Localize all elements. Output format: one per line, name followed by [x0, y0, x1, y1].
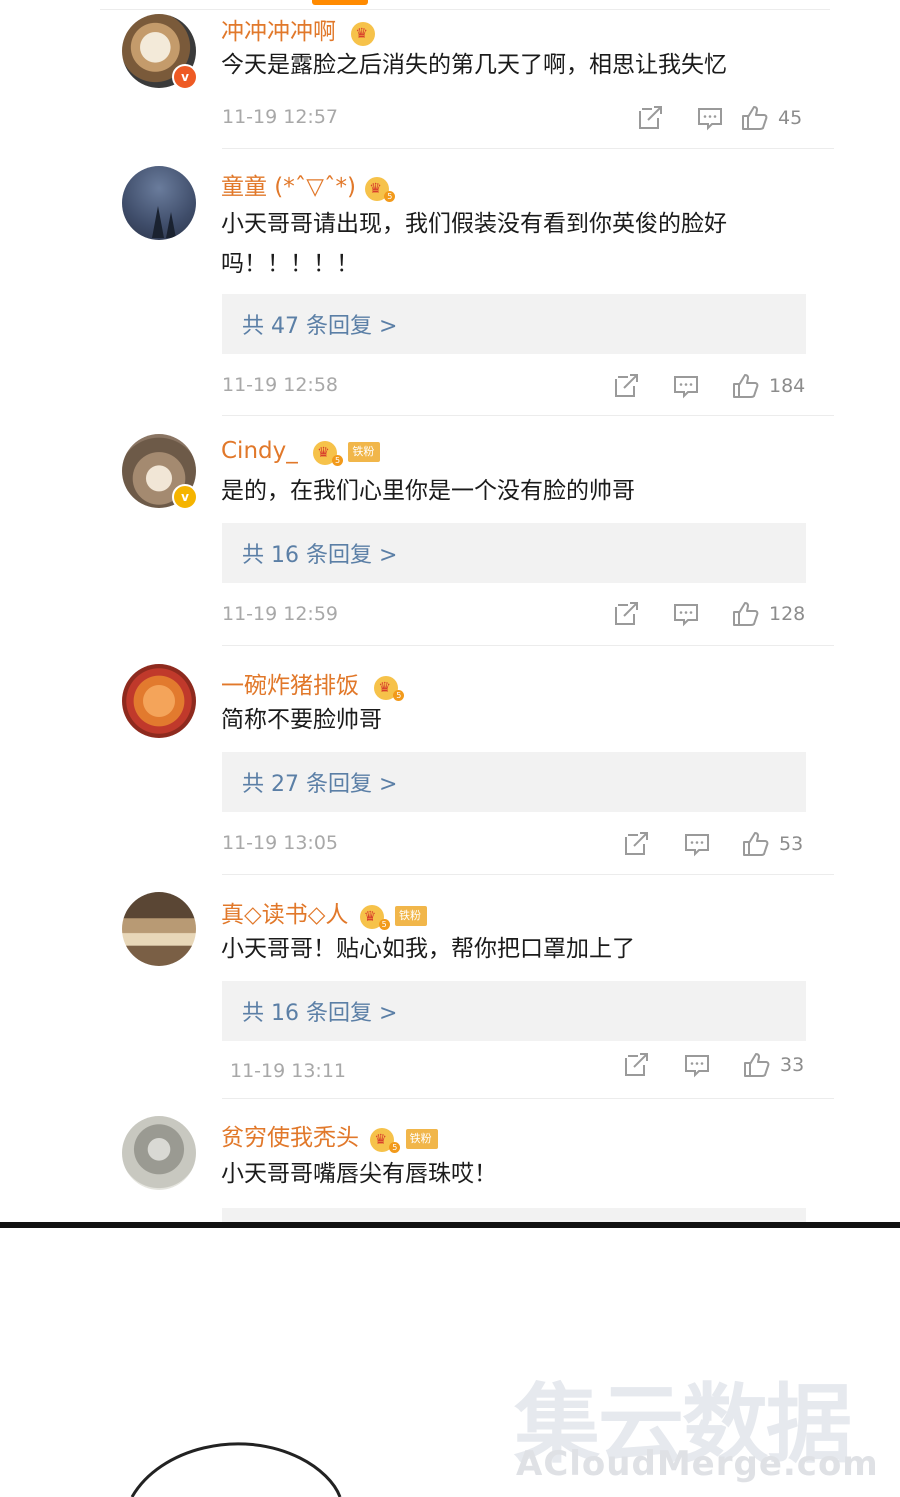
comment-text: 简称不要脸帅哥 [221, 707, 382, 733]
like-count: 184 [769, 375, 806, 397]
comment-text: 小天哥哥嘴唇尖有唇珠哎！ [221, 1161, 497, 1187]
reply-count[interactable]: 共 16 条回复 > [242, 537, 397, 569]
author-name[interactable]: 贫穷使我秃头 [221, 1125, 359, 1151]
comment-actions: 53 [0, 830, 900, 860]
comment-actions: 45 [0, 104, 900, 134]
reply-count[interactable]: 共 16 条回复 > [242, 995, 397, 1027]
author-name[interactable]: 真◇读书◇人 [221, 902, 348, 928]
avatar[interactable] [122, 664, 196, 738]
comment-icon[interactable] [683, 830, 711, 858]
author-name[interactable]: 一碗炸猪排饭 [221, 673, 359, 699]
like-icon[interactable] [742, 1051, 770, 1079]
fan-badge: 铁粉 [348, 441, 381, 462]
divider [222, 1098, 834, 1099]
like-count: 53 [779, 833, 804, 855]
like-icon[interactable] [731, 372, 759, 400]
comment-text: 是的，在我们心里你是一个没有脸的帅哥 [221, 478, 635, 504]
comment-author[interactable]: 贫穷使我秃头 ♛ 5 铁粉 [221, 1118, 438, 1153]
crown-icon: ♛ 5 [370, 1127, 401, 1153]
avatar[interactable]: v [122, 434, 198, 510]
author-name[interactable]: Cindy_ [221, 438, 298, 464]
active-tab-indicator [312, 0, 368, 5]
reply-link[interactable]: 共 16 条回复 > [222, 523, 806, 583]
top-divider [100, 9, 830, 10]
crown-icon: ♛ [351, 21, 377, 46]
share-icon[interactable] [612, 372, 640, 400]
comment-author[interactable]: 真◇读书◇人 ♛ 5 铁粉 [221, 895, 428, 930]
comment-author[interactable]: 童童 (*ˆ▽ˆ*) ♛ 5 [221, 167, 396, 202]
comment-icon[interactable] [696, 104, 724, 132]
fan-badge: 铁粉 [395, 905, 428, 926]
comic-panel: 集云数据 ACloudMerge.com [0, 1228, 900, 1497]
verified-icon: v [172, 64, 198, 90]
share-icon[interactable] [612, 600, 640, 628]
comment-author[interactable]: 一碗炸猪排饭 ♛ 5 [221, 666, 405, 701]
comment-text: 小天哥哥！贴心如我，帮你把口罩加上了 [221, 936, 635, 962]
avatar[interactable]: v [122, 14, 198, 90]
author-name[interactable]: 冲冲冲冲啊 [221, 19, 336, 45]
watermark-en: ACloudMerge.com [516, 1444, 879, 1484]
like-icon[interactable] [731, 600, 759, 628]
divider [222, 645, 834, 646]
comment-icon[interactable] [672, 600, 700, 628]
comment-text: 今天是露脸之后消失的第几天了啊，相思让我失忆 [221, 52, 727, 78]
comment-actions: 33 [0, 1051, 900, 1081]
reply-link[interactable]: 共 47 条回复 > [222, 294, 806, 354]
crown-icon: ♛ 5 [365, 176, 396, 202]
avatar[interactable] [122, 166, 196, 240]
share-icon[interactable] [622, 1051, 650, 1079]
like-count: 128 [769, 603, 806, 625]
like-icon[interactable] [740, 104, 768, 132]
share-icon[interactable] [636, 104, 664, 132]
share-icon[interactable] [622, 830, 650, 858]
comment-icon[interactable] [683, 1051, 711, 1079]
like-icon[interactable] [741, 830, 769, 858]
comment-icon[interactable] [672, 372, 700, 400]
author-name[interactable]: 童童 (*ˆ▽ˆ*) [221, 174, 356, 200]
comment-author[interactable]: Cindy_ ♛ 5 铁粉 [221, 438, 381, 466]
comment-actions: 184 [0, 372, 900, 402]
comment-actions: 128 [0, 600, 900, 630]
fan-badge: 铁粉 [405, 1128, 438, 1149]
like-count: 33 [780, 1054, 805, 1076]
comment-screen: v 冲冲冲冲啊 ♛ 今天是露脸之后消失的第几天了啊，相思让我失忆 11-19 1… [0, 0, 900, 1222]
verified-icon: v [172, 484, 198, 510]
comment-author[interactable]: 冲冲冲冲啊 ♛ [221, 12, 377, 46]
divider [222, 874, 834, 875]
crown-icon: ♛ 5 [313, 440, 344, 466]
sketch-outline [130, 1442, 342, 1497]
crown-icon: ♛ 5 [374, 675, 405, 701]
divider [222, 148, 834, 149]
reply-count[interactable]: 共 47 条回复 > [242, 308, 397, 340]
reply-link[interactable]: 共 27 条回复 > [222, 752, 806, 812]
reply-link[interactable] [222, 1208, 806, 1222]
crown-icon: ♛ 5 [359, 904, 390, 930]
reply-link[interactable]: 共 16 条回复 > [222, 981, 806, 1041]
divider [222, 415, 834, 416]
like-count: 45 [778, 107, 803, 129]
comment-text: 小天哥哥请出现，我们假装没有看到你英俊的脸好吗！！！！！ [221, 211, 727, 277]
reply-count[interactable]: 共 27 条回复 > [242, 766, 397, 798]
avatar[interactable] [122, 892, 196, 966]
avatar[interactable] [122, 1116, 196, 1190]
